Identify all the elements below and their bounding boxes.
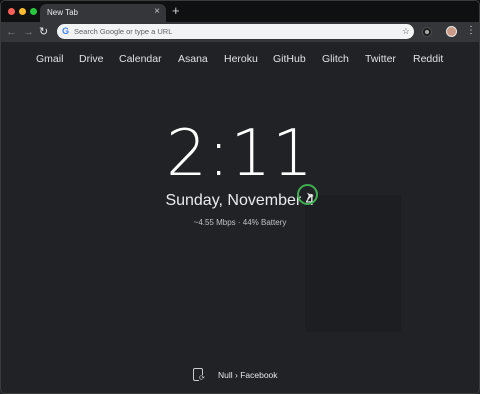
tab-new-tab[interactable]: New Tab × [40, 4, 166, 22]
clock: 2:11 [166, 117, 314, 191]
link-github[interactable]: GitHub [273, 53, 306, 66]
back-button[interactable]: ← [6, 25, 17, 39]
link-gmail[interactable]: Gmail [36, 53, 63, 66]
maximize-window-button[interactable] [30, 8, 37, 15]
link-heroku[interactable]: Heroku [224, 53, 258, 66]
date-label: Sunday, November 4 [165, 192, 315, 209]
sync-arrow-icon: ⟳ [199, 375, 205, 382]
background-shade [305, 195, 401, 332]
bookmark-star-icon[interactable]: ☆ [402, 24, 410, 39]
tab-strip: New Tab × + [0, 0, 480, 22]
reload-button[interactable]: ↻ [39, 25, 48, 39]
link-reddit[interactable]: Reddit [413, 53, 443, 66]
status-line: ~4.55 Mbps · 44% Battery [193, 218, 287, 227]
forward-button[interactable]: → [23, 25, 34, 39]
close-window-button[interactable] [8, 8, 15, 15]
link-asana[interactable]: Asana [178, 53, 208, 66]
minimize-window-button[interactable] [19, 8, 26, 15]
browser-menu-icon[interactable]: ⋮ [466, 24, 476, 38]
quick-links: Gmail Drive Calendar Asana Heroku GitHub… [0, 53, 480, 67]
google-icon: G [62, 26, 70, 36]
footer-breadcrumb[interactable]: Null › Facebook [218, 370, 278, 381]
mouse-cursor-icon: ➤ [306, 191, 315, 202]
profile-avatar[interactable] [446, 26, 457, 37]
extension-icon[interactable] [422, 27, 432, 37]
link-glitch[interactable]: Glitch [322, 53, 349, 66]
tab-title: New Tab [47, 8, 78, 17]
browser-window: New Tab × + ← → ↻ G Search Google or typ… [0, 0, 480, 394]
link-drive[interactable]: Drive [79, 53, 104, 66]
tab-close-icon[interactable]: × [154, 6, 160, 18]
link-twitter[interactable]: Twitter [365, 53, 396, 66]
link-calendar[interactable]: Calendar [119, 53, 162, 66]
address-bar[interactable]: G Search Google or type a URL ☆ [57, 24, 414, 39]
new-tab-button[interactable]: + [172, 4, 180, 18]
address-bar-placeholder: Search Google or type a URL [74, 27, 173, 36]
